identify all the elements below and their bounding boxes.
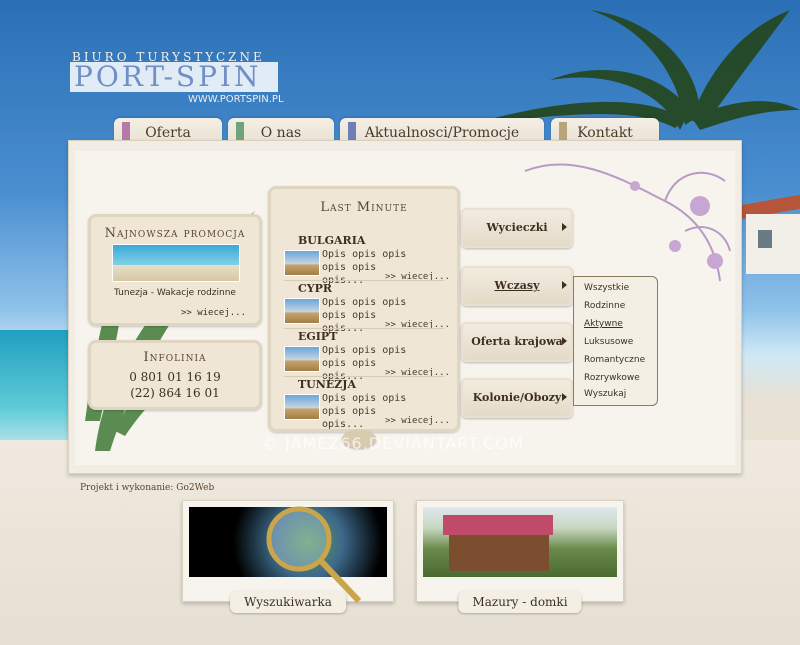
mazury-card[interactable]: Mazury - domki [416,500,624,613]
tab-label: Oferta [145,125,191,141]
last-minute-item[interactable]: Bulgaria Opis opis opis opis opis opis..… [268,230,460,286]
chevron-right-icon [562,223,567,231]
last-minute-more-link[interactable]: >> wiecej... [385,416,450,426]
promo-box: Najnowsza promocja Tunezja - Wakacje rod… [88,214,262,326]
wczasy-submenu: Wszystkie Rodzinne Aktywne Luksusowe Rom… [573,276,658,406]
chevron-right-icon [562,337,567,345]
tab-label: Aktualnosci/Promocje [364,125,520,141]
submenu-item-aktywne[interactable]: Aktywne [584,319,623,329]
menu-label: Oferta krajowa [471,335,563,348]
menu-wczasy-button[interactable]: Wczasy [461,266,573,306]
infolinia-title: Infolinia [143,350,207,365]
last-minute-item[interactable]: Tunezja Opis opis opis opis opis opis...… [268,374,460,430]
menu-oferta-krajowa-button[interactable]: Oferta krajowa [461,322,573,362]
last-minute-item[interactable]: Cypr Opis opis opis opis opis opis... >>… [268,278,460,334]
mazury-card-label[interactable]: Mazury - domki [458,591,582,613]
menu-wycieczki-button[interactable]: Wycieczki [461,208,573,248]
chevron-right-icon [562,393,567,401]
credits-text: Projekt i wykonanie: Go2Web [80,483,215,493]
tab-label: O nas [260,125,302,141]
promo-title: Najnowsza promocja [104,226,246,241]
logo-name: Port-Spin [70,62,278,92]
last-minute-thumbnail [284,346,320,372]
submenu-item-luksusowe[interactable]: Luksusowe [584,337,633,347]
menu-label: Wycieczki [486,221,548,234]
promo-more-link[interactable]: >> wiecej... [181,308,246,318]
submenu-item-wszystkie[interactable]: Wszystkie [584,283,629,293]
last-minute-title: Last Minute [320,200,408,215]
menu-kolonie-obozy-button[interactable]: Kolonie/Obozy [461,378,573,418]
chevron-right-icon [562,281,567,289]
last-minute-country: Cypr [298,282,333,295]
last-minute-country: Egipt [298,330,338,343]
last-minute-box: Last Minute Bulgaria Opis opis opis opis… [268,186,460,432]
promo-caption: Tunezja - Wakacje rodzinne [114,288,236,298]
beach-house-image [740,190,800,300]
last-minute-thumbnail [284,298,320,324]
infolinia-phone-1: 0 801 01 16 19 [129,370,221,384]
menu-label: Kolonie/Obozy [472,391,562,404]
search-card[interactable]: Wyszukiwarka [182,500,394,613]
submenu-item-rozrywkowe[interactable]: Rozrywkowe [584,373,640,383]
last-minute-thumbnail [284,394,320,420]
cabin-roof [443,515,553,535]
submenu-item-wyszukaj[interactable]: Wyszukaj [584,389,626,399]
submenu-item-romantyczne[interactable]: Romantyczne [584,355,645,365]
last-minute-thumbnail [284,250,320,276]
watermark: © JAMEZ66.DEVIANTART.COM [262,434,524,453]
promo-image[interactable] [112,244,240,282]
menu-label: Wczasy [494,279,540,292]
last-minute-country: Bulgaria [298,234,366,247]
logo-url: www.portspin.pl [188,94,284,105]
page-background: Biuro turystyczne Port-Spin www.portspin… [0,0,800,645]
logo[interactable]: Biuro turystyczne Port-Spin www.portspin… [70,50,284,110]
infolinia-box: Infolinia 0 801 01 16 19 (22) 864 16 01 [88,340,262,410]
tab-label: Kontakt [577,125,633,141]
infolinia-phone-2: (22) 864 16 01 [130,386,220,400]
submenu-item-rodzinne[interactable]: Rodzinne [584,301,625,311]
last-minute-country: Tunezja [298,378,356,391]
last-minute-item[interactable]: Egipt Opis opis opis opis opis opis... >… [268,326,460,382]
search-card-label[interactable]: Wyszukiwarka [230,591,346,613]
cabin-image [423,507,617,577]
cabin-wall [449,535,549,571]
